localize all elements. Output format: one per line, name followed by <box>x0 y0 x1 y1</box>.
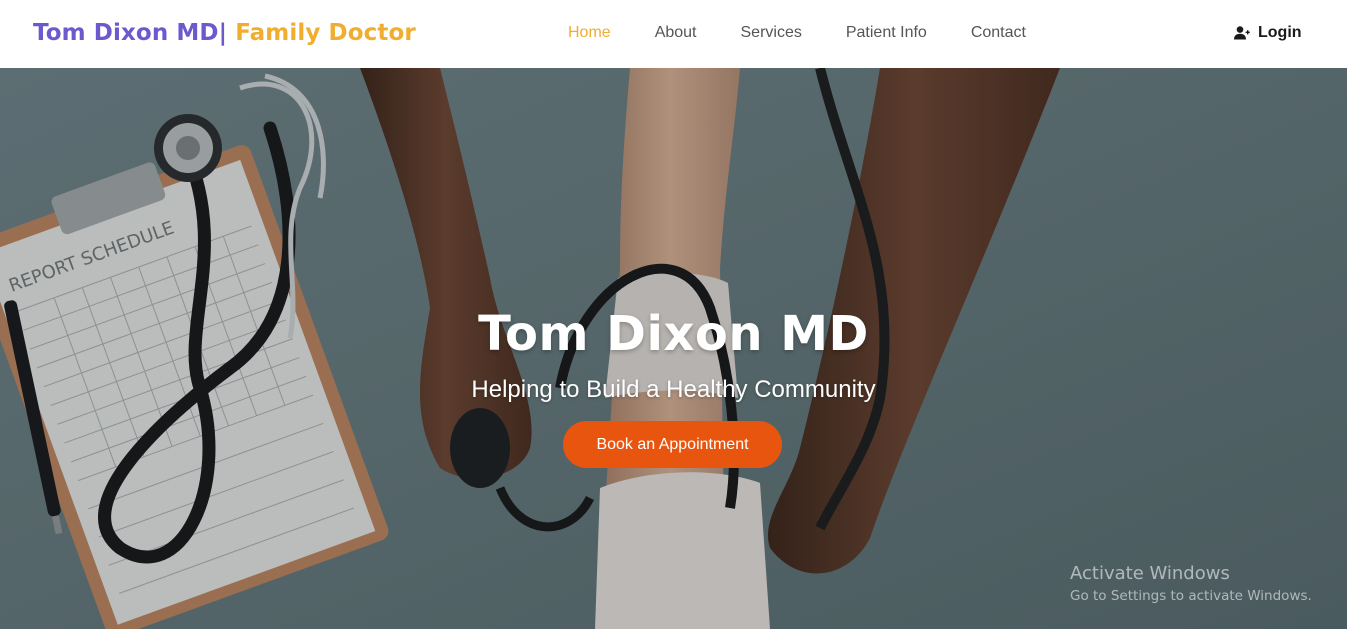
nav-patient-info[interactable]: Patient Info <box>846 24 927 42</box>
brand-name: Tom Dixon MD| <box>33 20 228 46</box>
nav-about[interactable]: About <box>655 24 697 42</box>
main-nav: Home About Services Patient Info Contact <box>568 24 1026 42</box>
nav-home[interactable]: Home <box>568 24 611 42</box>
login-label: Login <box>1258 24 1302 41</box>
activate-windows-watermark: Activate Windows Go to Settings to activ… <box>1070 563 1312 604</box>
brand-logo[interactable]: Tom Dixon MD| Family Doctor <box>33 20 416 46</box>
nav-services[interactable]: Services <box>741 24 802 42</box>
brand-tagline: Family Doctor <box>227 20 416 46</box>
watermark-subtitle: Go to Settings to activate Windows. <box>1070 588 1312 604</box>
hero-subtitle: Helping to Build a Healthy Community <box>471 376 876 403</box>
hero-section: REPORT SCHEDULE Tom Dixon MD Helping to … <box>0 68 1347 629</box>
navbar: Tom Dixon MD| Family Doctor Home About S… <box>0 0 1347 68</box>
user-plus-icon <box>1234 26 1250 40</box>
watermark-title: Activate Windows <box>1070 563 1230 584</box>
hero-title: Tom Dixon MD <box>478 306 869 362</box>
nav-contact[interactable]: Contact <box>971 24 1026 42</box>
login-button[interactable]: Login <box>1234 24 1302 42</box>
book-appointment-button[interactable]: Book an Appointment <box>563 421 782 468</box>
